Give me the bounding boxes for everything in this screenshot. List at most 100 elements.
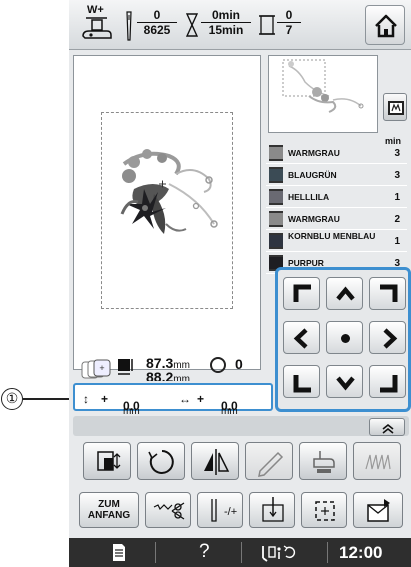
arrow-down-icon: [336, 376, 355, 391]
thread-color-button[interactable]: [299, 442, 347, 480]
hourglass-icon: [185, 13, 199, 37]
thread-minutes: 1: [394, 192, 400, 203]
device-screen: W+ 0 8625 0min 15min 0 7 min WARMGRAU 3 …: [69, 0, 411, 567]
center-button[interactable]: [326, 321, 363, 354]
callout-marker: ①: [1, 388, 23, 410]
rotation-value: 0: [235, 356, 243, 372]
tension-icon: -/+: [211, 499, 237, 522]
stitch-counter: 0 8625: [137, 9, 177, 37]
thread-minutes: 2: [394, 214, 400, 225]
embroidery-canvas[interactable]: [73, 55, 261, 370]
color-count-total: 7: [285, 23, 293, 37]
spool-icon: [269, 189, 283, 205]
horizontal-offset-icon: ↔: [179, 392, 191, 406]
position-offset-display: ↕ + 0.0 mm ↔ + 0.0 mm: [73, 383, 273, 417]
move-up-button[interactable]: [326, 277, 363, 310]
thread-name: KORNBLU MENBLAU: [288, 231, 376, 241]
thread-tension-button[interactable]: -/+: [197, 492, 243, 528]
presser-foot-label: W+: [87, 4, 104, 16]
move-right-button[interactable]: [369, 321, 406, 354]
frame-preview-icon: [388, 101, 404, 115]
thread-row[interactable]: KORNBLU MENBLAU 1: [266, 230, 407, 252]
mirror-button[interactable]: [191, 442, 239, 480]
center-dot-icon: [341, 334, 350, 343]
corner-down-left-icon: [293, 375, 311, 393]
spool-icon: [269, 145, 283, 161]
operation-guide-button[interactable]: [109, 538, 129, 567]
collapse-button[interactable]: [369, 418, 405, 436]
move-arrow-pad: [275, 267, 411, 412]
vertical-offset-icon: ↕: [83, 392, 89, 406]
separator: [327, 542, 328, 563]
move-down-left-button[interactable]: [283, 365, 320, 398]
needle-position-button[interactable]: [249, 492, 295, 528]
time-counter: 0min 15min: [201, 9, 251, 37]
vertical-offset-sign: +: [101, 392, 109, 406]
pattern-status-button[interactable]: [257, 538, 307, 567]
spool-icon: [259, 15, 275, 35]
time-total: 15min: [208, 23, 244, 37]
separator: [241, 542, 242, 563]
move-left-button[interactable]: [283, 321, 320, 354]
spool-icon: [269, 211, 283, 227]
rotate-icon: [148, 450, 174, 474]
presser-foot-icon: W+: [77, 4, 115, 44]
arrow-left-icon: [293, 328, 308, 349]
help-button[interactable]: ?: [199, 541, 210, 563]
pocket-icon: [367, 499, 390, 522]
density-button[interactable]: [353, 442, 401, 480]
density-icon: [365, 454, 391, 470]
preview-button[interactable]: [383, 93, 407, 121]
spool-icon: [269, 167, 283, 183]
arrow-up-icon: [336, 286, 355, 301]
thread-name: HELLLILA: [288, 192, 330, 202]
needle-icon: [126, 11, 132, 41]
move-down-button[interactable]: [326, 365, 363, 398]
color-change-icon: [313, 451, 335, 473]
thread-color-list[interactable]: WARMGRAU 3 BLAUGRÜN 3 HELLLILA 1 WARMGRA…: [266, 142, 407, 274]
move-up-left-button[interactable]: [283, 277, 320, 310]
zum-anfang-button[interactable]: ZUM ANFANG: [79, 492, 139, 528]
design-preview-image: [282, 59, 364, 113]
svg-text:-/+: -/+: [224, 506, 237, 518]
edit-letters-button[interactable]: [245, 442, 293, 480]
stitch-count-current: 0: [137, 9, 177, 23]
thread-minutes: 1: [394, 236, 400, 247]
pencil-icon: [258, 451, 284, 477]
thread-row[interactable]: HELLLILA 1: [266, 186, 407, 208]
clock: 12:00: [339, 543, 383, 562]
trial-button[interactable]: [301, 492, 347, 528]
mirror-icon: [204, 449, 230, 475]
rotation-icon: [210, 357, 226, 373]
design-height: 88.2mm: [146, 369, 190, 381]
thread-minutes: 3: [394, 170, 400, 181]
move-down-right-button[interactable]: [369, 365, 406, 398]
move-up-right-button[interactable]: [369, 277, 406, 310]
status-bar: ? 12:00: [69, 538, 411, 567]
function-toolbar: ZUM ANFANG -/+: [73, 492, 409, 532]
jump-stitch-trim-button[interactable]: [145, 492, 191, 528]
arrow-right-icon: [383, 328, 398, 349]
thread-row[interactable]: BLAUGRÜN 3: [266, 164, 407, 186]
thread-row[interactable]: WARMGRAU 2: [266, 208, 407, 230]
thread-name: WARMGRAU: [288, 148, 340, 158]
horizontal-offset-sign: +: [197, 392, 205, 406]
layers-icon[interactable]: +: [81, 358, 111, 380]
document-icon: [113, 544, 125, 561]
resize-icon: [97, 451, 121, 471]
stitch-count-total: 8625: [143, 23, 171, 37]
edit-toolbar: [73, 442, 409, 484]
home-icon: [375, 14, 397, 38]
callout-line: [23, 398, 71, 400]
needle-position-icon: [262, 497, 284, 522]
color-counter: 0 7: [277, 9, 301, 37]
trial-frame-icon: [315, 501, 335, 521]
thread-name: WARMGRAU: [288, 214, 340, 224]
embroidery-design-image: [120, 149, 218, 234]
memory-button[interactable]: [353, 492, 403, 528]
thread-row[interactable]: WARMGRAU 3: [266, 142, 407, 164]
home-button[interactable]: [365, 5, 405, 45]
size-button[interactable]: [83, 442, 131, 480]
size-icon: [118, 359, 133, 375]
rotate-button[interactable]: [137, 442, 185, 480]
